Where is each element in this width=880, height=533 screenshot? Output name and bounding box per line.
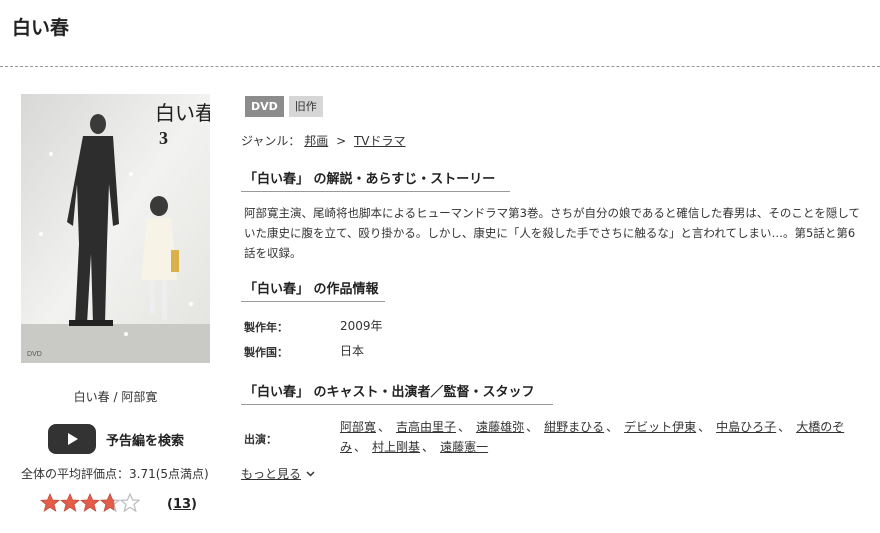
star-icon (80, 493, 100, 512)
genre-separator: > (336, 134, 347, 148)
cast-separator: 、 (458, 420, 471, 434)
genre-link-tv-drama[interactable]: TVドラマ (354, 134, 406, 148)
synopsis-text: 阿部寛主演、尾崎将也脚本によるヒューマンドラマ第3巻。さちが自分の娘であると確信… (244, 206, 861, 260)
star-icon (120, 493, 140, 513)
average-rating-label: 全体の平均評価点： (21, 467, 130, 481)
cast-separator: 、 (378, 420, 391, 434)
cover-volume-text: 3 (159, 128, 168, 148)
old-release-badge: 旧作 (288, 96, 323, 117)
show-more-label: もっと見る (241, 467, 302, 481)
dvd-logo-text: DVD (27, 351, 42, 358)
cast-member-link[interactable]: 紺野まひる (544, 420, 604, 434)
star-icon (40, 493, 60, 512)
average-rating: 全体の平均評価点：3.71(5点満点) (21, 465, 221, 482)
chevron-down-icon (306, 470, 315, 477)
trailer-search-label: 予告編を検索 (106, 433, 185, 449)
cast-separator: 、 (606, 420, 619, 434)
dvd-badge: DVD (245, 96, 284, 117)
review-count[interactable]: (13) (167, 497, 197, 512)
cast-member-link[interactable]: 遠藤雄弥 (476, 420, 524, 434)
synopsis-heading: 「白い春」 の解説・あらすじ・ストーリー (241, 168, 510, 192)
genre-label: ジャンル： (241, 134, 301, 148)
review-count-link[interactable]: 13 (173, 497, 191, 512)
production-country-value: 日本 (340, 344, 365, 358)
cover-title-text: 白い春 (155, 102, 210, 125)
page-title: 白い春 (12, 17, 70, 39)
cast-member-link[interactable]: 村上剛基 (372, 440, 420, 454)
play-icon (48, 424, 96, 454)
trailer-search-button[interactable]: 予告編を検索 (48, 424, 184, 454)
cast-member-link[interactable]: デビット伊東 (624, 420, 696, 434)
cast-separator: 、 (354, 440, 367, 454)
cast-member-link[interactable]: 遠藤憲一 (440, 440, 488, 454)
cast-member-link[interactable]: 吉高由里子 (396, 420, 456, 434)
format-badges: DVD 旧作 (245, 96, 328, 117)
genre-link-japanese-film[interactable]: 邦画 (304, 134, 328, 148)
production-year-value: 2009年 (340, 319, 383, 333)
production-year-label: 製作年： (244, 321, 288, 334)
cast-staff-heading: 「白い春」 のキャスト・出演者／監督・スタッフ (241, 381, 553, 405)
cast-list: 阿部寛、吉高由里子、遠藤雄弥、紺野まひる、デビット伊東、中島ひろ子、大橋のぞみ、… (340, 417, 860, 457)
average-rating-score: 3.71 (129, 467, 156, 481)
cover-art: 白い春 3 DVD (21, 94, 210, 363)
star-rating (40, 493, 140, 513)
cover-caption: 白い春 / 阿部寛 (73, 390, 158, 404)
cast-separator: 、 (778, 420, 791, 434)
cast-separator: 、 (526, 420, 539, 434)
header-divider (0, 66, 880, 67)
production-country-label: 製作国： (244, 346, 288, 359)
average-rating-scale: (5点満点) (155, 467, 209, 481)
cast-separator: 、 (422, 440, 435, 454)
cast-label: 出演： (244, 433, 277, 446)
cast-member-link[interactable]: 阿部寛 (340, 420, 376, 434)
star-icon (100, 493, 120, 513)
cast-separator: 、 (698, 420, 711, 434)
show-more-link[interactable]: もっと見る (241, 465, 315, 482)
cover-image[interactable]: 白い春 3 DVD (21, 94, 210, 363)
genre-breadcrumb: ジャンル： 邦画 > TVドラマ (241, 132, 406, 149)
work-info-heading: 「白い春」 の作品情報 (241, 278, 385, 302)
star-icon (60, 493, 80, 512)
cast-member-link[interactable]: 中島ひろ子 (716, 420, 776, 434)
